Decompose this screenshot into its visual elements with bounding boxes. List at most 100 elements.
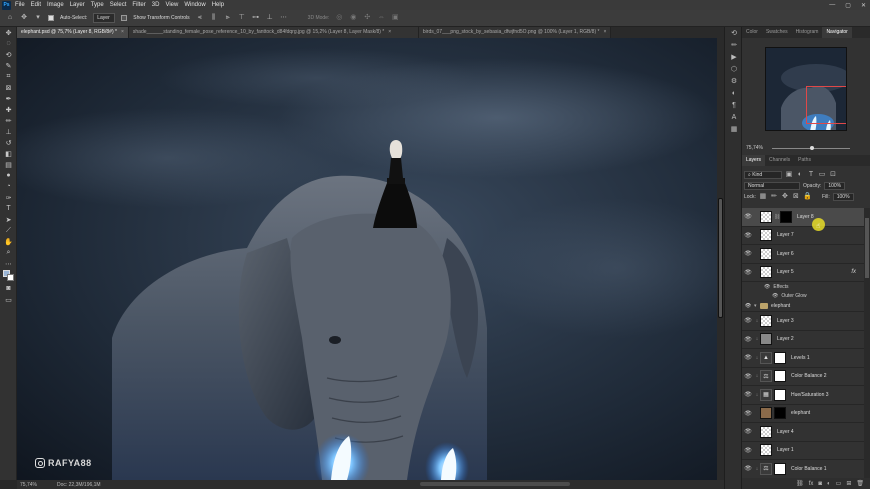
layer-name[interactable]: Levels 1 (791, 355, 810, 361)
eye-icon[interactable]: 👁 (742, 317, 754, 324)
hand-tool-icon[interactable]: ✋ (0, 236, 17, 247)
screen-mode-icon[interactable]: ▭ (0, 294, 17, 305)
opacity-input[interactable]: 100% (824, 181, 846, 190)
layer-name[interactable]: Layer 4 (777, 429, 794, 435)
align-middle-icon[interactable]: ⊶ (252, 14, 260, 22)
eye-icon[interactable]: 👁 (742, 213, 754, 220)
tab-color[interactable]: Color (742, 27, 762, 38)
history-icon[interactable]: ⟲ (725, 27, 743, 39)
slider-knob[interactable] (810, 146, 814, 150)
layer-mask-thumbnail[interactable] (774, 388, 786, 401)
lock-all-icon[interactable]: 🔒 (803, 193, 812, 201)
layer-mask-thumbnail[interactable] (774, 462, 786, 475)
clone-stamp-tool-icon[interactable]: ⊥ (0, 126, 17, 137)
layer-group[interactable]: 👁 ▾ elephant (742, 300, 864, 312)
menu-image[interactable]: Image (47, 2, 64, 8)
eye-icon[interactable]: 👁 (764, 284, 770, 290)
quick-mask-icon[interactable]: ◙ (0, 283, 17, 294)
layer-name[interactable]: Color Balance 1 (791, 466, 827, 472)
align-left-icon[interactable]: ⫷ (196, 14, 204, 22)
line-tool-icon[interactable]: ⟋ (0, 225, 17, 236)
pen-tool-icon[interactable]: ✑ (0, 192, 17, 203)
lock-transparent-icon[interactable]: ▦ (759, 193, 767, 201)
tab-swatches[interactable]: Swatches (762, 27, 792, 38)
tab-birds[interactable]: birds_07___png_stock_by_sebasia_dfwjfnd5… (418, 27, 612, 38)
menu-select[interactable]: Select (110, 2, 127, 8)
tab-female-pose[interactable]: shade______standing_female_pose_referenc… (128, 27, 419, 38)
eyedropper-tool-icon[interactable]: ✒ (0, 93, 17, 104)
layer-name[interactable]: Layer 2 (777, 336, 794, 342)
minimize-button[interactable]: — (829, 2, 835, 8)
3d-pan-icon[interactable]: ✣ (363, 14, 371, 22)
layer-name[interactable]: Layer 3 (777, 318, 794, 324)
layer-name[interactable]: Layer 7 (777, 232, 794, 238)
close-icon[interactable]: × (388, 29, 391, 35)
show-transform-checkbox[interactable] (121, 15, 128, 21)
layer-row[interactable]: 👁 ↓ Layer 3 (742, 312, 864, 331)
layer-name[interactable]: elephant (791, 410, 810, 416)
menu-3d[interactable]: 3D (152, 2, 160, 8)
fill-input[interactable]: 100% (832, 192, 854, 201)
background-color-swatch[interactable] (7, 274, 14, 281)
adjustments-icon[interactable]: ◐ (725, 87, 743, 99)
eye-icon[interactable]: 👁 (742, 336, 754, 343)
layer-name[interactable]: Layer 1 (777, 447, 794, 453)
menu-help[interactable]: Help (212, 2, 224, 8)
layer-row[interactable]: 👁 ↓ ▲ Levels 1 (742, 349, 864, 368)
menu-file[interactable]: File (15, 2, 25, 8)
menu-view[interactable]: View (165, 2, 178, 8)
move-tool-icon[interactable]: ✥ (0, 27, 17, 38)
tab-navigator[interactable]: Navigator (822, 27, 852, 38)
history-brush-tool-icon[interactable]: ↺ (0, 137, 17, 148)
lock-position-icon[interactable]: ✥ (781, 193, 789, 201)
3d-roll-icon[interactable]: ◉ (349, 14, 357, 22)
layer-mask-thumbnail[interactable] (774, 370, 786, 383)
document-canvas[interactable] (17, 38, 724, 480)
character-icon[interactable]: A (725, 111, 743, 123)
layer-row[interactable]: 👁 Layer 4 (742, 423, 864, 442)
lasso-tool-icon[interactable]: ⟲ (0, 49, 17, 60)
lock-pixels-icon[interactable]: ✏ (770, 193, 778, 201)
fx-icon[interactable]: fx (851, 269, 856, 275)
menu-edit[interactable]: Edit (31, 2, 41, 8)
eye-icon[interactable]: 👁 (742, 250, 754, 257)
layer-name[interactable]: Layer 8 (797, 214, 814, 220)
tab-channels[interactable]: Channels (765, 155, 794, 166)
filter-shape-icon[interactable]: ▭ (818, 171, 826, 179)
eye-icon[interactable]: 👁 (742, 391, 754, 398)
crop-tool-icon[interactable]: ⌗ (0, 71, 17, 82)
3d-orbit-icon[interactable]: ◎ (335, 14, 343, 22)
layer-row[interactable]: 👁 Layer 6 (742, 245, 864, 264)
3d-icon[interactable]: ⬡ (725, 63, 743, 75)
color-swatches[interactable] (0, 269, 17, 283)
layers-scrollbar[interactable] (864, 208, 870, 478)
edit-toolbar-icon[interactable]: ⋯ (0, 258, 17, 269)
layer-row[interactable]: 👁 ↓ Layer 2 (742, 331, 864, 349)
eye-icon[interactable]: 👁 (742, 410, 754, 417)
menu-type[interactable]: Type (91, 2, 104, 8)
close-window-button[interactable]: ✕ (861, 2, 866, 9)
trash-icon[interactable]: 🗑 (856, 480, 864, 487)
gradient-tool-icon[interactable]: ▤ (0, 159, 17, 170)
tab-histogram[interactable]: Histogram (792, 27, 823, 38)
group-name[interactable]: elephant (771, 303, 790, 309)
properties-icon[interactable]: ⚙ (725, 75, 743, 87)
filter-kind-dropdown[interactable]: ⌕ Kind (744, 170, 782, 179)
eye-icon[interactable]: 👁 (742, 447, 754, 454)
layer-name[interactable]: Color Balance 2 (791, 373, 827, 379)
add-mask-icon[interactable]: ◙ (818, 481, 822, 487)
home-icon[interactable]: ⌂ (6, 14, 14, 22)
navigator-preview[interactable] (765, 47, 847, 131)
move-tool-icon[interactable]: ✥ (20, 14, 28, 22)
eye-icon[interactable]: 👁 (742, 428, 754, 435)
maximize-button[interactable]: ▢ (845, 2, 851, 9)
status-zoom[interactable]: 75,74% (20, 482, 37, 488)
tab-paths[interactable]: Paths (794, 155, 815, 166)
frame-tool-icon[interactable]: ⊠ (0, 82, 17, 93)
lock-artboard-icon[interactable]: ⊠ (792, 193, 800, 201)
navigator-zoom[interactable]: 75,74% (746, 145, 763, 151)
filter-adjust-icon[interactable]: ◐ (796, 171, 804, 179)
layer-name[interactable]: Layer 5 (777, 269, 794, 275)
navigator-view-box[interactable] (806, 86, 846, 124)
link-layers-icon[interactable]: ⛓ (796, 480, 804, 487)
